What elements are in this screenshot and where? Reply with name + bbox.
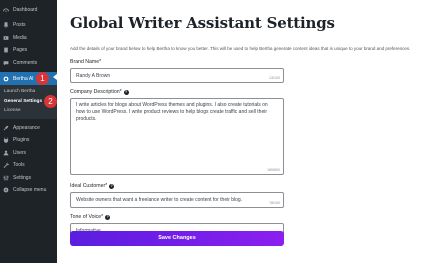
intro-text: Add the details of your brand below to h… [70,46,411,51]
company-description-counter: 189/800 [267,168,280,172]
sidebar-item-tools[interactable]: Tools [0,159,57,172]
step-marker-1: 1 [36,72,49,85]
brand-name-input[interactable]: Randy A Brown 13/100 [70,68,284,83]
step-marker-2: 2 [44,95,57,108]
collapse-icon [3,187,9,193]
help-icon[interactable]: ? [123,89,129,95]
comments-icon [3,60,9,66]
company-description-textarea[interactable]: I write articles for blogs about WordPre… [70,98,284,175]
dashboard-icon [3,7,9,13]
pin-icon [3,22,9,29]
sidebar-item-media[interactable]: Media [0,32,57,45]
page-title: Global Writer Assistant Settings [70,14,335,32]
wrench-icon [3,162,9,169]
brush-icon [3,125,9,131]
brand-name-counter: 13/100 [269,76,280,80]
help-icon[interactable]: ? [105,214,111,220]
sidebar-item-collapse-menu[interactable]: Collapse menu [0,184,57,197]
help-icon[interactable]: ? [109,183,115,189]
media-icon [3,35,9,41]
users-icon [3,150,9,156]
admin-sidebar: Dashboard Posts Media Pages Comments Ber… [0,0,57,263]
brand-name-label: Brand Name* [70,59,102,65]
bertha-icon [3,76,9,82]
ideal-customer-counter: 78/100 [269,201,280,205]
save-changes-button[interactable]: Save Changes [70,231,284,246]
tone-of-voice-label: Tone of Voice* ? [70,214,111,220]
settings-icon [3,175,9,181]
sidebar-item-plugins[interactable]: Plugins [0,134,57,147]
sidebar-item-users[interactable]: Users [0,147,57,160]
sidebar-item-comments[interactable]: Comments [0,57,57,70]
pages-icon [3,47,9,53]
company-description-label: Company Description* ? [70,89,129,95]
sidebar-item-pages[interactable]: Pages [0,44,57,57]
ideal-customer-label: Ideal Customer* ? [70,183,115,189]
settings-main: Global Writer Assistant Settings Add the… [57,0,429,263]
plugin-icon [3,137,9,144]
sidebar-item-dashboard[interactable]: Dashboard [0,4,57,16]
ideal-customer-input[interactable]: Website owners that want a freelance wri… [70,192,284,208]
sidebar-item-appearance[interactable]: Appearance [0,122,57,135]
sidebar-item-settings[interactable]: Settings [0,172,57,185]
sidebar-item-posts[interactable]: Posts [0,19,57,32]
